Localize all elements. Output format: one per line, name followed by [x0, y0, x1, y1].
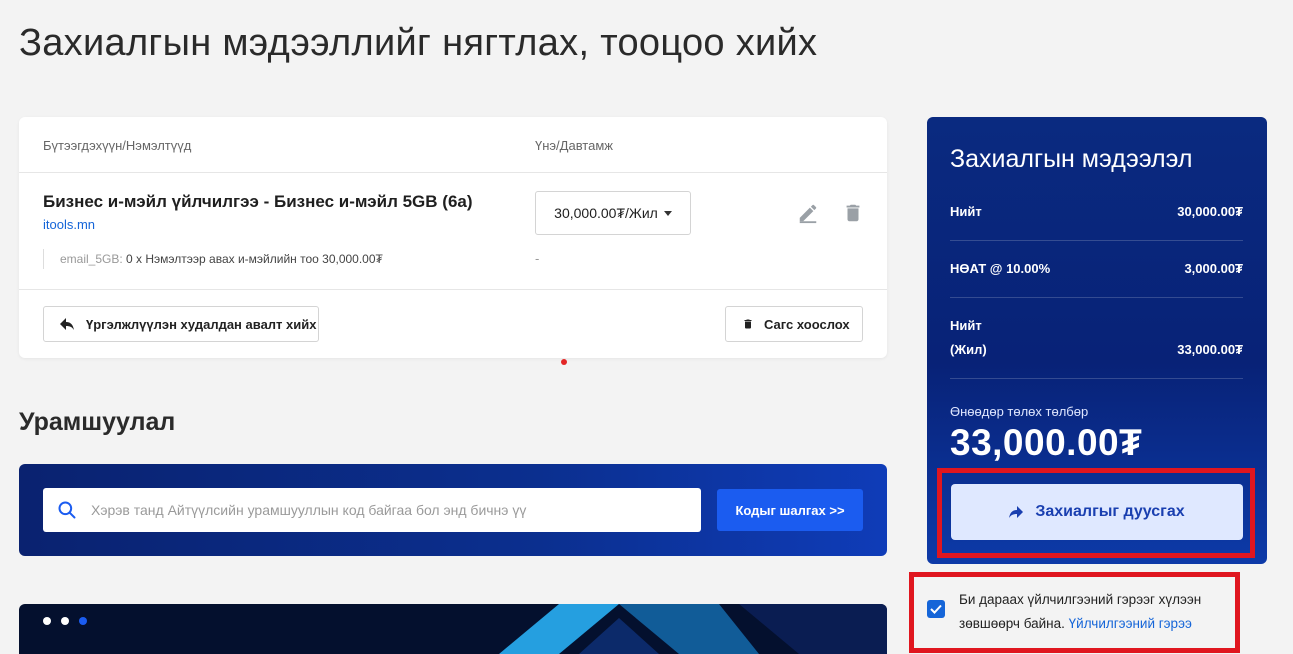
cart-footer: Үргэлжлүүлэн худалдан авалт хийх Сагс хо… [19, 290, 887, 357]
cart-card: Бүтээгдэхүүн/Нэмэлтүүд Үнэ/Давтамж Бизне… [19, 117, 887, 358]
chevron-down-icon [663, 210, 672, 216]
divider [950, 378, 1243, 379]
total-label: Нийт [950, 318, 982, 333]
clear-cart-label: Сагс хоослох [764, 316, 850, 332]
terms-link[interactable]: Үйлчилгээний гэрээ [1069, 616, 1192, 631]
promo-title: Урамшуулал [19, 408, 176, 436]
vat-label: НӨАТ @ 10.00% [950, 261, 1051, 276]
addon-price: - [535, 251, 540, 266]
page-title: Захиалгын мэдээллийг нягтлах, тооцоо хий… [19, 22, 818, 64]
period-label: (Жил) [950, 342, 987, 357]
summary-row-period: (Жил) 33,000.00₮ [950, 342, 1243, 357]
delete-icon[interactable] [842, 202, 864, 224]
cart-header: Бүтээгдэхүүн/Нэмэлтүүд Үнэ/Давтамж [19, 117, 887, 173]
terms-text: Би дараах үйлчилгээний гэрээг хүлээн зөв… [959, 588, 1229, 636]
promo-banner: Хэрэв танд Айтүүлсийн урамшууллын код ба… [19, 464, 887, 556]
promo-placeholder: Хэрэв танд Айтүүлсийн урамшууллын код ба… [91, 502, 527, 518]
slider-dot-2[interactable] [61, 617, 69, 625]
product-domain: itools.mn [43, 217, 96, 232]
cart-item-row: Бизнес и-мэйл үйлчилгээ - Бизнес и-мэйл … [19, 173, 887, 290]
edit-icon[interactable] [797, 202, 819, 224]
product-column-header: Бүтээгдэхүүн/Нэмэлтүүд [43, 138, 192, 153]
finish-order-button[interactable]: Захиалгыг дуусгах [951, 484, 1243, 540]
slider-dot-1[interactable] [43, 617, 51, 625]
billing-cycle-select[interactable]: 30,000.00₮/Жил [535, 191, 691, 235]
back-arrow-icon [60, 318, 74, 330]
search-icon [58, 501, 76, 519]
total-value: 33,000.00₮ [1177, 342, 1243, 357]
addon-value: 0 x Нэмэлтээр авах и-мэйлийн тоо 30,000.… [126, 252, 383, 266]
subtotal-value: 30,000.00₮ [1177, 204, 1243, 219]
trash-icon [744, 319, 752, 329]
continue-shopping-button[interactable]: Үргэлжлүүлэн худалдан авалт хийх [43, 306, 319, 342]
terms-agreement: Би дараах үйлчилгээний гэрээг хүлээн зөв… [913, 574, 1238, 652]
finish-order-label: Захиалгыг дуусгах [1035, 503, 1185, 520]
check-icon [930, 604, 942, 614]
indicator-dot [561, 359, 567, 365]
terms-checkbox[interactable] [927, 600, 945, 618]
slider-dot-3-active[interactable] [79, 617, 87, 625]
summary-row-vat: НӨАТ @ 10.00% 3,000.00₮ [950, 261, 1243, 276]
product-name: Бизнес и-мэйл үйлчилгээ - Бизнес и-мэйл … [43, 192, 473, 211]
clear-cart-button[interactable]: Сагс хоослох [725, 306, 863, 342]
addon-key: email_5GB: [60, 252, 123, 266]
addon-line: email_5GB: 0 x Нэмэлтээр авах и-мэйлийн … [43, 249, 383, 269]
continue-shopping-label: Үргэлжлүүлэн худалдан авалт хийх [86, 316, 317, 332]
today-payment-label: Өнөөдөр төлөх төлбөр [950, 404, 1089, 419]
divider [950, 297, 1243, 298]
subtotal-label: Нийт [950, 204, 982, 219]
slider-artwork [499, 604, 887, 654]
vat-value: 3,000.00₮ [1184, 261, 1243, 276]
promo-code-input[interactable]: Хэрэв танд Айтүүлсийн урамшууллын код ба… [43, 488, 701, 532]
banner-slider [19, 604, 887, 654]
summary-row-subtotal: Нийт 30,000.00₮ [950, 204, 1243, 219]
summary-title: Захиалгын мэдээлэл [950, 145, 1193, 173]
forward-arrow-icon [1009, 506, 1024, 518]
summary-row-total: Нийт [950, 318, 1243, 333]
divider [950, 240, 1243, 241]
check-code-button[interactable]: Кодыг шалгах >> [717, 489, 863, 531]
price-column-header: Үнэ/Давтамж [535, 138, 613, 153]
billing-cycle-value: 30,000.00₮/Жил [554, 205, 658, 221]
today-payment-amount: 33,000.00₮ [950, 422, 1143, 463]
